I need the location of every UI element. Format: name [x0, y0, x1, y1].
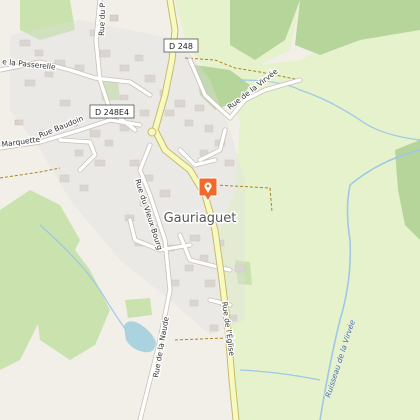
shield-d248: D 248 [163, 38, 199, 53]
roundabout [147, 127, 157, 137]
farmland-small-2 [125, 298, 152, 318]
shield-d248e4: D 248E4 [89, 104, 135, 119]
shield-d248-text: D 248 [169, 42, 193, 51]
shield-d248e4-text: D 248E4 [95, 108, 129, 117]
place-label: Gauriaguet [164, 211, 237, 226]
label-rue-du-p: Rue du P [97, 2, 107, 36]
map-canvas[interactable]: e la Passerelle Rue du P Rue de la Virvé… [0, 0, 420, 420]
